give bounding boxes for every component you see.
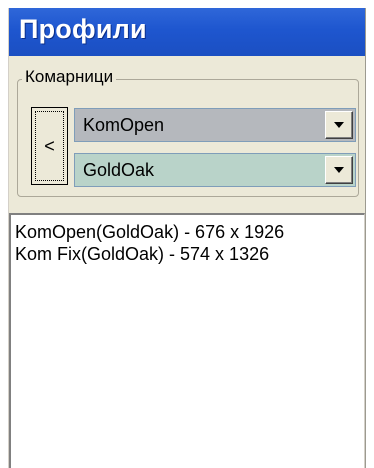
dropdown-button[interactable] bbox=[325, 156, 353, 184]
profiles-panel: Профили Комарници < KomOpen GoldOak KomO… bbox=[8, 8, 366, 468]
profiles-list[interactable]: KomOpen(GoldOak) - 676 x 1926 Kom Fix(Go… bbox=[9, 213, 365, 468]
color-value: GoldOak bbox=[83, 159, 155, 180]
title-bar: Профили bbox=[9, 8, 365, 56]
list-item[interactable]: KomOpen(GoldOak) - 676 x 1926 bbox=[11, 221, 364, 243]
groupbox-label: Комарници bbox=[22, 67, 117, 87]
window-title: Профили bbox=[19, 14, 147, 44]
chevron-down-icon bbox=[334, 122, 344, 128]
list-item[interactable]: Kom Fix(GoldOak) - 574 x 1326 bbox=[11, 243, 364, 265]
dropdown-button[interactable] bbox=[325, 111, 353, 139]
profile-type-value: KomOpen bbox=[83, 114, 165, 135]
profile-type-select[interactable]: KomOpen bbox=[74, 108, 356, 142]
chevron-down-icon bbox=[334, 167, 344, 173]
back-button[interactable]: < bbox=[31, 107, 68, 185]
focus-ring bbox=[35, 111, 64, 181]
color-select[interactable]: GoldOak bbox=[74, 153, 356, 187]
